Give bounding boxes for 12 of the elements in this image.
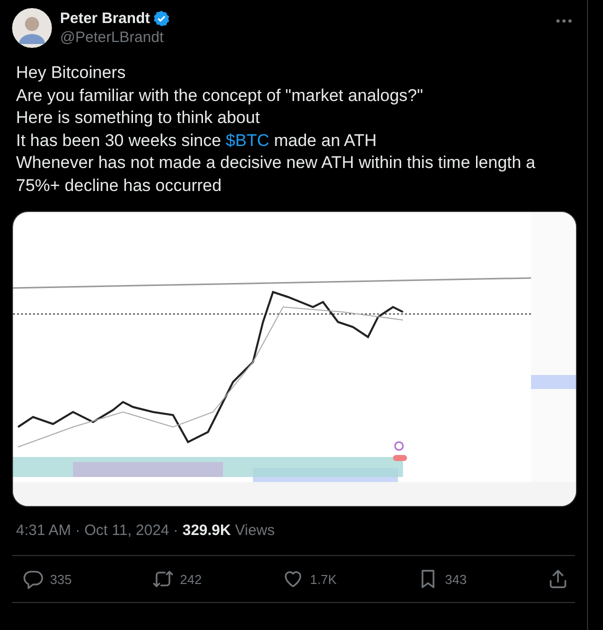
repost-button[interactable]: 242 bbox=[152, 568, 202, 590]
reply-icon bbox=[22, 568, 44, 590]
author-handle[interactable]: @PeterLBrandt bbox=[60, 29, 546, 46]
author-name[interactable]: Peter Brandt bbox=[60, 10, 150, 27]
tweet-text: Hey Bitcoiners Are you familiar with the concept of "market analogs?" Here is something to think about It has been 30 weeks since $BTC made an ATH Whenever has not made a decisive new ATH within this time length a 75%+ decline has occurred bbox=[15, 62, 536, 196]
bookmark-button[interactable]: 343 bbox=[417, 568, 467, 590]
reply-button[interactable]: 335 bbox=[22, 568, 72, 590]
like-button[interactable]: 1.7K bbox=[282, 568, 337, 590]
tweet-meta: 4:31 AM · Oct 11, 2024 · 329.9K Views bbox=[15, 522, 276, 539]
avatar[interactable] bbox=[12, 8, 52, 48]
repost-icon bbox=[152, 568, 174, 590]
cashtag-link[interactable]: $BTC bbox=[226, 130, 270, 150]
